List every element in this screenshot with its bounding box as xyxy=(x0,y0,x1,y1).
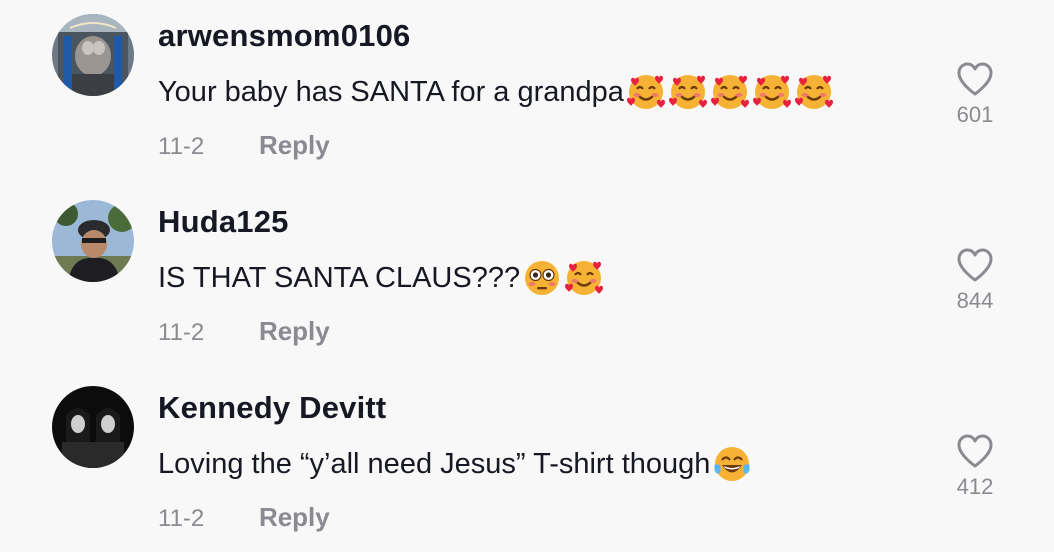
comment-date: 11-2 xyxy=(158,319,205,346)
smiling-face-with-hearts-emoji xyxy=(626,72,666,112)
smiling-face-with-hearts-emoji xyxy=(752,72,792,112)
comment-item: Kennedy Devitt Loving the “y’all need Je… xyxy=(0,372,1054,552)
comment-username[interactable]: arwensmom0106 xyxy=(158,18,410,54)
reply-button[interactable]: Reply xyxy=(259,502,330,533)
comment-meta: 11-2 Reply xyxy=(158,502,330,533)
comment-meta: 11-2 Reply xyxy=(158,316,330,347)
like-button[interactable]: 412 xyxy=(946,432,1004,500)
comment-item: Huda125 IS THAT SANTA CLAUS??? 11-2 Repl… xyxy=(0,186,1054,372)
comment-item: arwensmom0106 Your baby has SANTA for a … xyxy=(0,0,1054,186)
like-button[interactable]: 601 xyxy=(946,60,1004,128)
like-count: 844 xyxy=(956,288,994,313)
tears-of-joy-emoji xyxy=(712,444,752,484)
reply-button[interactable]: Reply xyxy=(259,316,330,347)
like-count: 412 xyxy=(956,474,994,499)
avatar[interactable] xyxy=(52,200,134,282)
comment-list: arwensmom0106 Your baby has SANTA for a … xyxy=(0,0,1054,552)
like-count: 601 xyxy=(956,102,994,127)
smiling-face-with-hearts-emoji xyxy=(564,258,604,298)
comment-username[interactable]: Kennedy Devitt xyxy=(158,390,386,426)
comment-text: Loving the “y’all need Jesus” T-shirt th… xyxy=(158,447,711,480)
like-button[interactable]: 844 xyxy=(946,246,1004,314)
comment-body: IS THAT SANTA CLAUS??? xyxy=(158,258,604,298)
comment-text: IS THAT SANTA CLAUS??? xyxy=(158,261,521,294)
comment-username[interactable]: Huda125 xyxy=(158,204,289,240)
reply-button[interactable]: Reply xyxy=(259,130,330,161)
heart-outline-icon[interactable] xyxy=(955,60,995,98)
smiling-face-with-hearts-emoji xyxy=(710,72,750,112)
comment-body: Loving the “y’all need Jesus” T-shirt th… xyxy=(158,444,752,484)
comment-date: 11-2 xyxy=(158,505,205,532)
comment-date: 11-2 xyxy=(158,133,205,160)
heart-outline-icon[interactable] xyxy=(955,246,995,284)
heart-outline-icon[interactable] xyxy=(955,432,995,470)
smiling-face-with-hearts-emoji xyxy=(668,72,708,112)
smiling-face-with-hearts-emoji xyxy=(794,72,834,112)
flushed-face-emoji xyxy=(522,258,562,298)
comment-text: Your baby has SANTA for a grandpa xyxy=(158,75,624,108)
avatar[interactable] xyxy=(52,14,134,96)
avatar[interactable] xyxy=(52,386,134,468)
comment-meta: 11-2 Reply xyxy=(158,130,330,161)
comment-body: Your baby has SANTA for a grandpa xyxy=(158,72,834,112)
